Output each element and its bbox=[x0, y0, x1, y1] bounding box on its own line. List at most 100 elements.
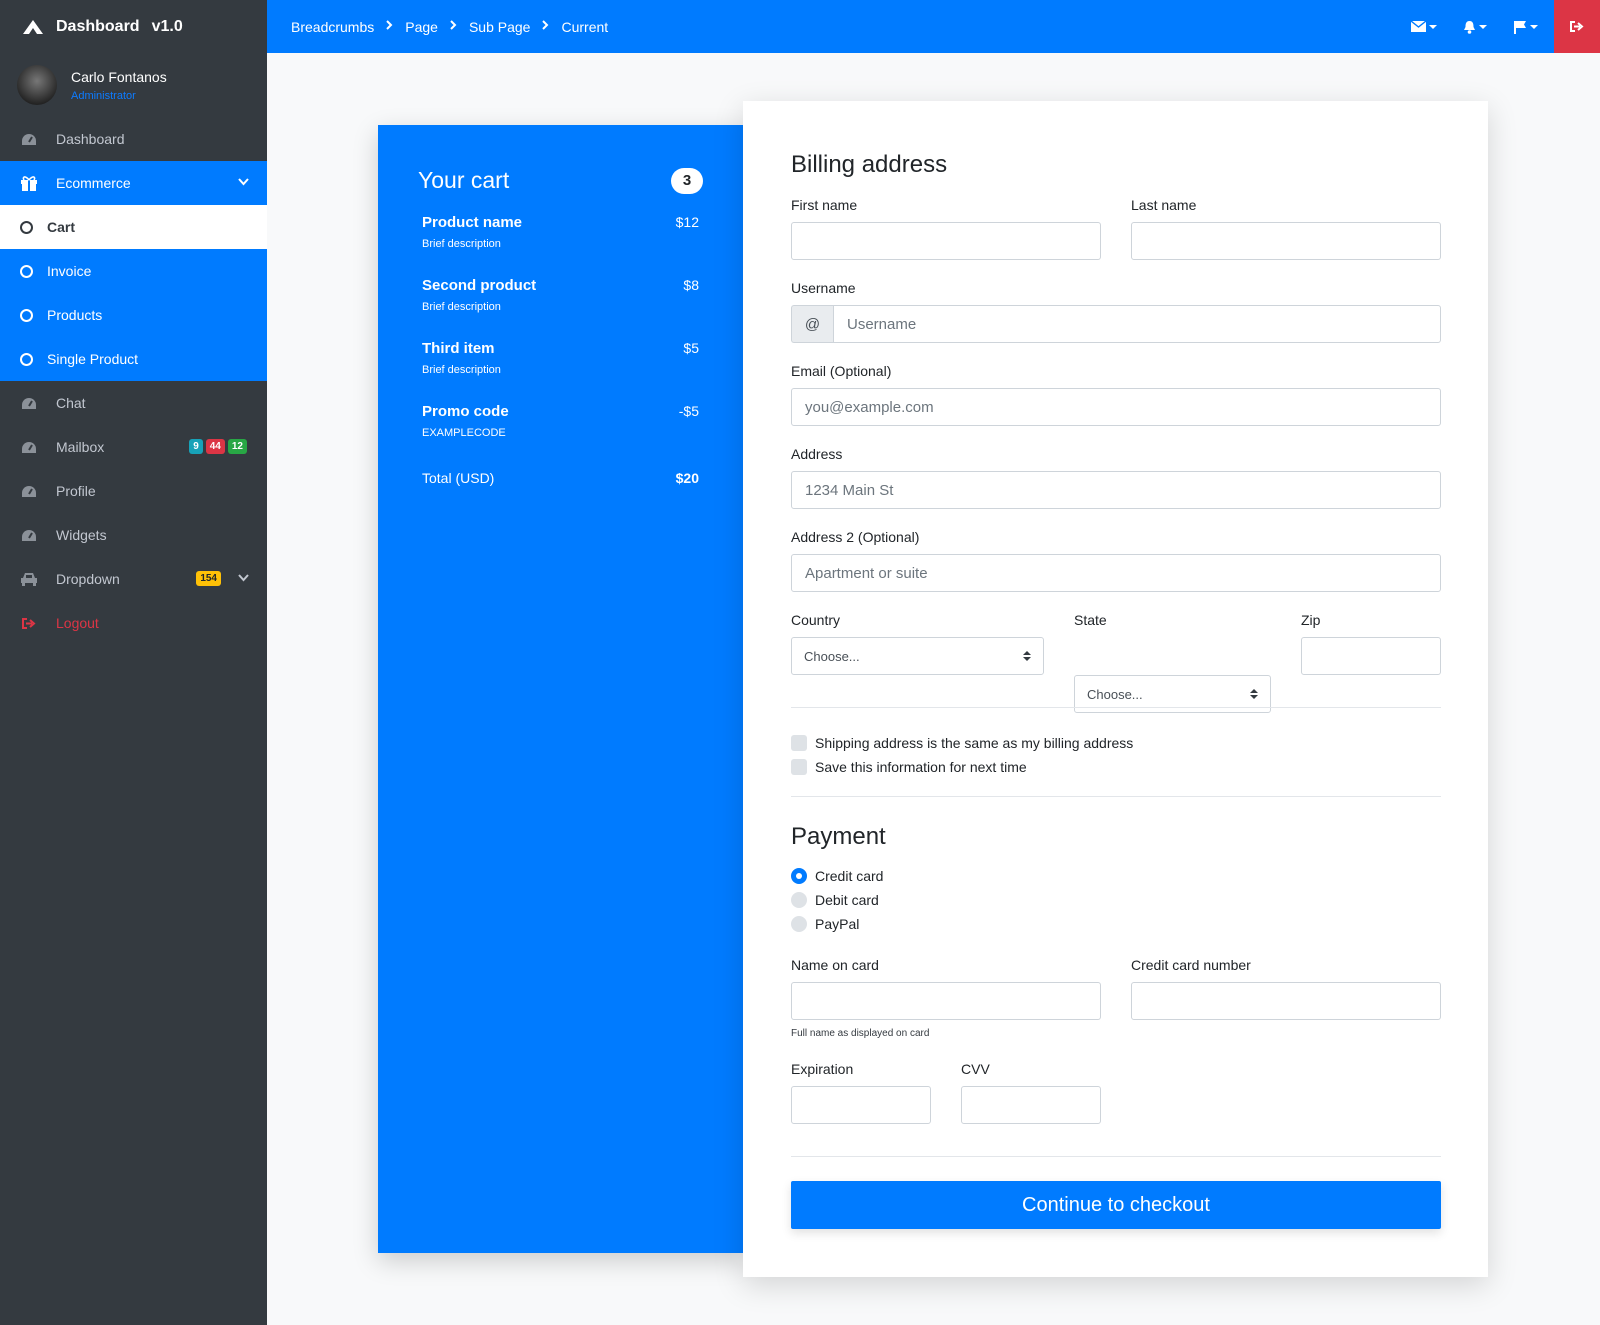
chevron-right-icon bbox=[386, 20, 393, 33]
circle-icon bbox=[20, 264, 33, 278]
cart-promo: Promo code EXAMPLECODE -$5 bbox=[422, 403, 699, 466]
breadcrumb: Breadcrumbs Page Sub Page Current bbox=[267, 19, 608, 35]
cart-item-price: $5 bbox=[683, 340, 699, 356]
sidebar-item-label: Invoice bbox=[47, 263, 92, 279]
sidebar-item-label: Cart bbox=[47, 219, 76, 235]
zip-input[interactable] bbox=[1301, 637, 1441, 675]
radio-button[interactable] bbox=[791, 868, 807, 884]
sidebar-item-label: Dropdown bbox=[56, 571, 120, 587]
sidebar-item-profile[interactable]: Profile bbox=[0, 469, 267, 513]
caret-down-icon bbox=[1479, 24, 1487, 29]
logout-button[interactable] bbox=[1554, 0, 1600, 53]
mailbox-badges: 9 44 12 bbox=[189, 439, 247, 454]
address2-input[interactable]: Apartment or suite bbox=[791, 554, 1441, 592]
cart-item-price: -$5 bbox=[678, 403, 699, 419]
sidebar-item-label: Single Product bbox=[47, 351, 139, 367]
radio-debit-card[interactable]: Debit card bbox=[791, 892, 879, 908]
cvv-label: CVV bbox=[961, 1061, 990, 1077]
sidebar-item-products[interactable]: Products bbox=[0, 293, 267, 337]
topbar-icons bbox=[1411, 0, 1538, 53]
first-name-label: First name bbox=[791, 197, 858, 213]
chevron-right-icon bbox=[450, 20, 457, 33]
bell-icon bbox=[1464, 20, 1475, 34]
sidebar-item-logout[interactable]: Logout bbox=[0, 601, 267, 645]
name-on-card-input[interactable] bbox=[791, 982, 1101, 1020]
cart-item: Product name Brief description $12 bbox=[422, 214, 699, 277]
car-icon bbox=[20, 572, 38, 586]
sidebar: Dashboard v1.0 Carlo Fontanos Administra… bbox=[0, 0, 267, 1325]
cc-number-input[interactable] bbox=[1131, 982, 1441, 1020]
sidebar-item-single-product[interactable]: Single Product bbox=[0, 337, 267, 381]
sidebar-item-invoice[interactable]: Invoice bbox=[0, 249, 267, 293]
brand[interactable]: Dashboard v1.0 bbox=[0, 0, 267, 53]
divider bbox=[791, 796, 1441, 797]
sign-out-icon bbox=[1570, 21, 1584, 32]
breadcrumb-item[interactable]: Sub Page bbox=[469, 19, 531, 35]
radio-paypal[interactable]: PayPal bbox=[791, 916, 859, 932]
same-address-checkbox[interactable]: Shipping address is the same as my billi… bbox=[791, 735, 1133, 751]
save-info-checkbox[interactable]: Save this information for next time bbox=[791, 759, 1027, 775]
notifications-dropdown[interactable] bbox=[1463, 20, 1487, 34]
last-name-label: Last name bbox=[1131, 197, 1197, 213]
breadcrumb-item[interactable]: Page bbox=[405, 19, 438, 35]
first-name-input[interactable] bbox=[791, 222, 1101, 260]
cart-item-desc: Brief description bbox=[422, 238, 501, 250]
cart-panel: Your cart 3 Product name Brief descriptio… bbox=[378, 125, 743, 1253]
sidebar-item-ecommerce[interactable]: Ecommerce bbox=[0, 161, 267, 205]
checkbox-box[interactable] bbox=[791, 735, 807, 751]
danger-badge: 44 bbox=[205, 439, 225, 454]
user-panel[interactable]: Carlo Fontanos Administrator bbox=[0, 53, 267, 117]
cart-item-name: Product name bbox=[422, 214, 523, 231]
chevron-down-icon bbox=[238, 175, 249, 189]
expiration-input[interactable] bbox=[791, 1086, 931, 1124]
country-label: Country bbox=[791, 612, 841, 628]
radio-credit-card[interactable]: Credit card bbox=[791, 868, 883, 884]
email-input[interactable]: you@example.com bbox=[791, 388, 1441, 426]
breadcrumb-item[interactable]: Breadcrumbs bbox=[291, 19, 374, 35]
radio-label: Debit card bbox=[815, 892, 879, 908]
caret-down-icon bbox=[1530, 24, 1538, 29]
sidebar-item-chat[interactable]: Chat bbox=[0, 381, 267, 425]
cc-number-label: Credit card number bbox=[1131, 957, 1251, 973]
success-badge: 12 bbox=[227, 439, 247, 454]
user-name: Carlo Fontanos bbox=[71, 68, 167, 85]
cart-item-price: $12 bbox=[675, 214, 699, 230]
dashboard-icon bbox=[20, 132, 38, 146]
sidebar-item-label: Widgets bbox=[56, 527, 107, 543]
avatar[interactable] bbox=[17, 65, 57, 105]
cvv-input[interactable] bbox=[961, 1086, 1101, 1124]
divider bbox=[791, 707, 1441, 708]
sidebar-item-cart[interactable]: Cart bbox=[0, 205, 267, 249]
dashboard-icon bbox=[20, 528, 38, 542]
cart-total-value: $20 bbox=[675, 470, 699, 486]
cart-item-desc: Brief description bbox=[422, 364, 501, 376]
sidebar-item-dropdown[interactable]: Dropdown 154 bbox=[0, 557, 267, 601]
radio-button[interactable] bbox=[791, 916, 807, 932]
at-addon: @ bbox=[791, 305, 833, 343]
username-label: Username bbox=[791, 280, 856, 296]
last-name-input[interactable] bbox=[1131, 222, 1441, 260]
address-input[interactable]: 1234 Main St bbox=[791, 471, 1441, 509]
username-input[interactable]: Username bbox=[833, 305, 1441, 343]
sidebar-item-dashboard[interactable]: Dashboard bbox=[0, 117, 267, 161]
sidebar-item-widgets[interactable]: Widgets bbox=[0, 513, 267, 557]
user-role[interactable]: Administrator bbox=[71, 90, 167, 102]
checkbox-box[interactable] bbox=[791, 759, 807, 775]
flags-dropdown[interactable] bbox=[1513, 20, 1538, 34]
address2-label: Address 2 (Optional) bbox=[791, 529, 920, 545]
cart-item-name: Second product bbox=[422, 277, 537, 294]
checkbox-label: Shipping address is the same as my billi… bbox=[815, 735, 1134, 751]
address-label: Address bbox=[791, 446, 843, 462]
warning-badge: 154 bbox=[196, 571, 221, 586]
circle-icon bbox=[20, 352, 33, 366]
country-select[interactable]: Choose... bbox=[791, 637, 1044, 675]
continue-to-checkout-button[interactable]: Continue to checkout bbox=[791, 1181, 1441, 1229]
cart-item-desc: Brief description bbox=[422, 301, 501, 313]
country-select-value: Choose... bbox=[804, 648, 860, 664]
sidebar-item-label: Logout bbox=[56, 615, 99, 631]
radio-button[interactable] bbox=[791, 892, 807, 908]
envelope-icon bbox=[1411, 21, 1426, 32]
sidebar-item-mailbox[interactable]: Mailbox 9 44 12 bbox=[0, 425, 267, 469]
select-arrows-icon bbox=[1023, 651, 1031, 661]
messages-dropdown[interactable] bbox=[1411, 21, 1437, 32]
